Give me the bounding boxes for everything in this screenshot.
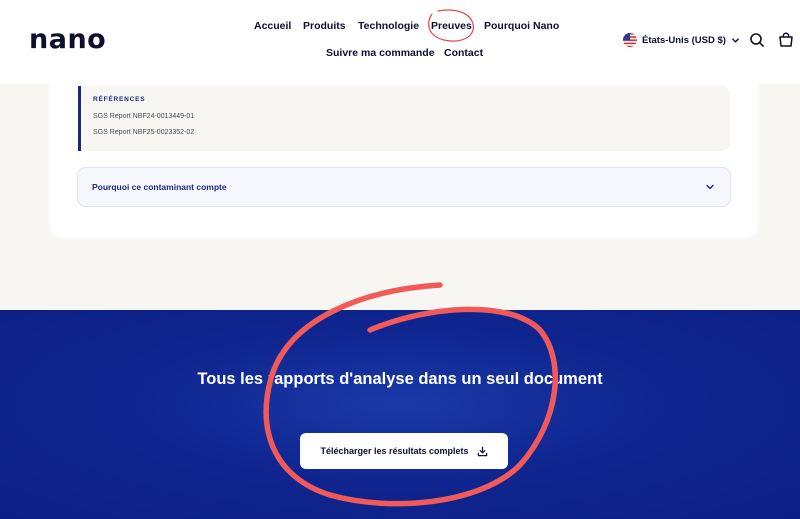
nav-accueil[interactable]: Accueil [254,20,291,32]
nav-suivre-commande[interactable]: Suivre ma commande [326,47,435,59]
secondary-nav: Suivre ma commande Contact [0,47,800,63]
download-section: Tous les rapports d'analyse dans un seul… [0,310,800,519]
cart-icon[interactable] [777,31,795,49]
download-results-button[interactable]: Télécharger les résultats complets [300,433,508,469]
nav-contact[interactable]: Contact [444,47,483,59]
nav-pourquoi-nano[interactable]: Pourquoi Nano [484,20,559,32]
nav-produits[interactable]: Produits [303,20,346,32]
download-section-title: Tous les rapports d'analyse dans un seul… [197,370,603,388]
nav-technologie[interactable]: Technologie [358,20,419,32]
us-flag-icon [623,33,637,47]
download-icon [477,446,487,456]
reference-item: SGS Report NBF25-0023352-02 [93,129,195,136]
accordion-why-contaminant[interactable]: Pourquoi ce contaminant compte [77,167,731,207]
accordion-label: Pourquoi ce contaminant compte [92,182,227,192]
download-button-label: Télécharger les résultats complets [320,446,469,456]
annotation-circle-preuves [428,9,474,42]
chevron-down-icon [732,37,739,43]
reference-item: SGS Report NBF24-0013449-01 [93,113,195,120]
references-block: RÉFÉRENCES SGS Report NBF24-0013449-01 S… [78,86,730,151]
references-title: RÉFÉRENCES [93,96,146,103]
search-icon[interactable] [748,31,766,49]
region-selector[interactable]: États-Unis (USD $) [623,33,740,47]
region-label: États-Unis (USD $) [642,34,726,46]
chevron-down-icon [706,184,714,190]
